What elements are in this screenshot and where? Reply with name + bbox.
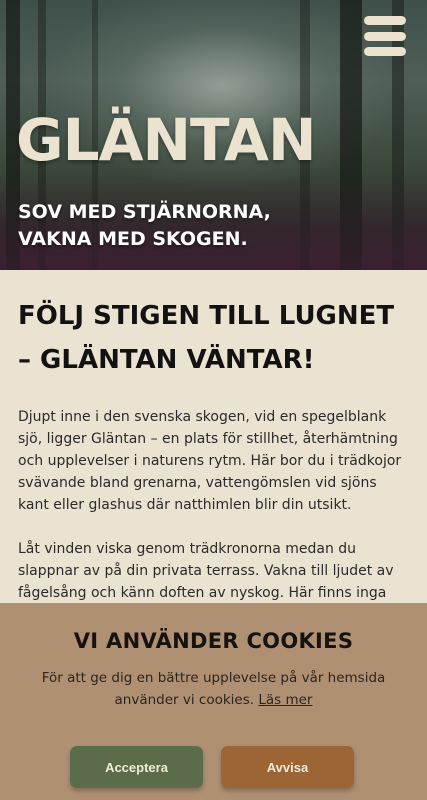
cookie-banner: VI ANVÄNDER COOKIES För att ge dig en bä… bbox=[0, 603, 427, 800]
cookie-description-text: För att ge dig en bättre upplevelse på v… bbox=[41, 670, 386, 708]
accept-cookies-button[interactable]: Acceptera bbox=[70, 746, 203, 788]
read-more-link[interactable]: Läs mer bbox=[258, 692, 312, 708]
hero-header: GLÄNTAN SOV MED STJÄRNORNA, VAKNA MED SK… bbox=[0, 0, 427, 270]
menu-bar bbox=[364, 31, 406, 41]
cookie-title: VI ANVÄNDER COOKIES bbox=[73, 629, 354, 653]
menu-bar bbox=[364, 16, 406, 25]
hero-tagline: SOV MED STJÄRNORNA, VAKNA MED SKOGEN. bbox=[18, 199, 318, 253]
hamburger-menu-icon[interactable] bbox=[364, 16, 406, 56]
brand-logo[interactable]: GLÄNTAN bbox=[16, 106, 316, 174]
reject-cookies-button[interactable]: Avvisa bbox=[221, 746, 354, 788]
tagline-line-2: VAKNA MED SKOGEN. bbox=[18, 228, 248, 250]
tagline-line-1: SOV MED STJÄRNORNA, bbox=[18, 201, 271, 223]
page-heading: FÖLJ STIGEN TILL LUGNET – GLÄNTAN VÄNTAR… bbox=[18, 301, 395, 375]
menu-bar bbox=[364, 47, 406, 56]
cookie-description: För att ge dig en bättre upplevelse på v… bbox=[28, 667, 399, 711]
intro-paragraph: Djupt inne i den svenska skogen, vid en … bbox=[18, 409, 402, 513]
